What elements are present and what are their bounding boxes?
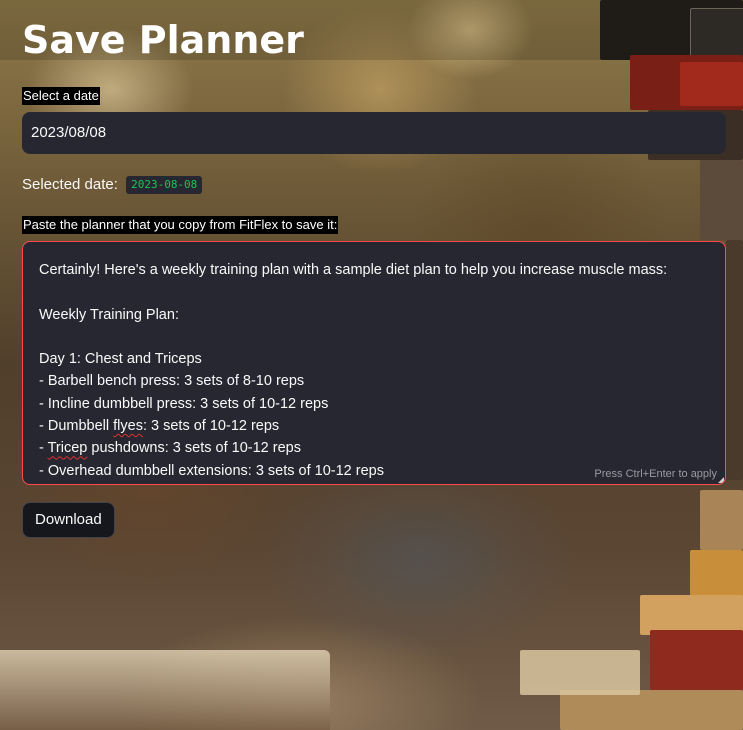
textarea-line: - Tricep pushdowns: 3 sets of 10-12 reps <box>39 440 301 457</box>
background-books-bottom <box>0 650 330 730</box>
date-input[interactable]: 2023/08/08 <box>22 112 726 154</box>
textarea-line: - Barbell bench press: 3 sets of 8-10 re… <box>39 373 305 390</box>
textarea-line <box>39 326 709 348</box>
submit-hint: Press Ctrl+Enter to apply <box>594 468 717 480</box>
textarea-line: Weekly Training Plan: <box>39 306 179 323</box>
page-title: Save Planner <box>22 18 304 62</box>
date-input-value: 2023/08/08 <box>31 124 107 141</box>
date-picker-label: Select a date <box>22 87 100 105</box>
selected-date-code: 2023-08-08 <box>126 176 203 194</box>
textarea-line: - Dumbbell flyes: 3 sets of 10-12 reps <box>39 418 280 435</box>
textarea-line <box>39 281 709 303</box>
textarea-line: Certainly! Here's a weekly training plan… <box>39 262 668 278</box>
textarea-line: Day 1: Chest and Triceps <box>39 351 202 368</box>
planner-input-label: Paste the planner that you copy from Fit… <box>22 216 339 234</box>
selected-date-text: Selected date: 2023-08-08 <box>22 175 203 195</box>
planner-textarea[interactable]: Certainly! Here's a weekly training plan… <box>22 241 726 485</box>
textarea-line: - Incline dumbbell press: 3 sets of 10-1… <box>39 395 329 412</box>
resize-handle[interactable] <box>718 477 724 483</box>
download-button[interactable]: Download <box>22 502 115 538</box>
selected-date-prefix: Selected date: <box>22 176 118 193</box>
